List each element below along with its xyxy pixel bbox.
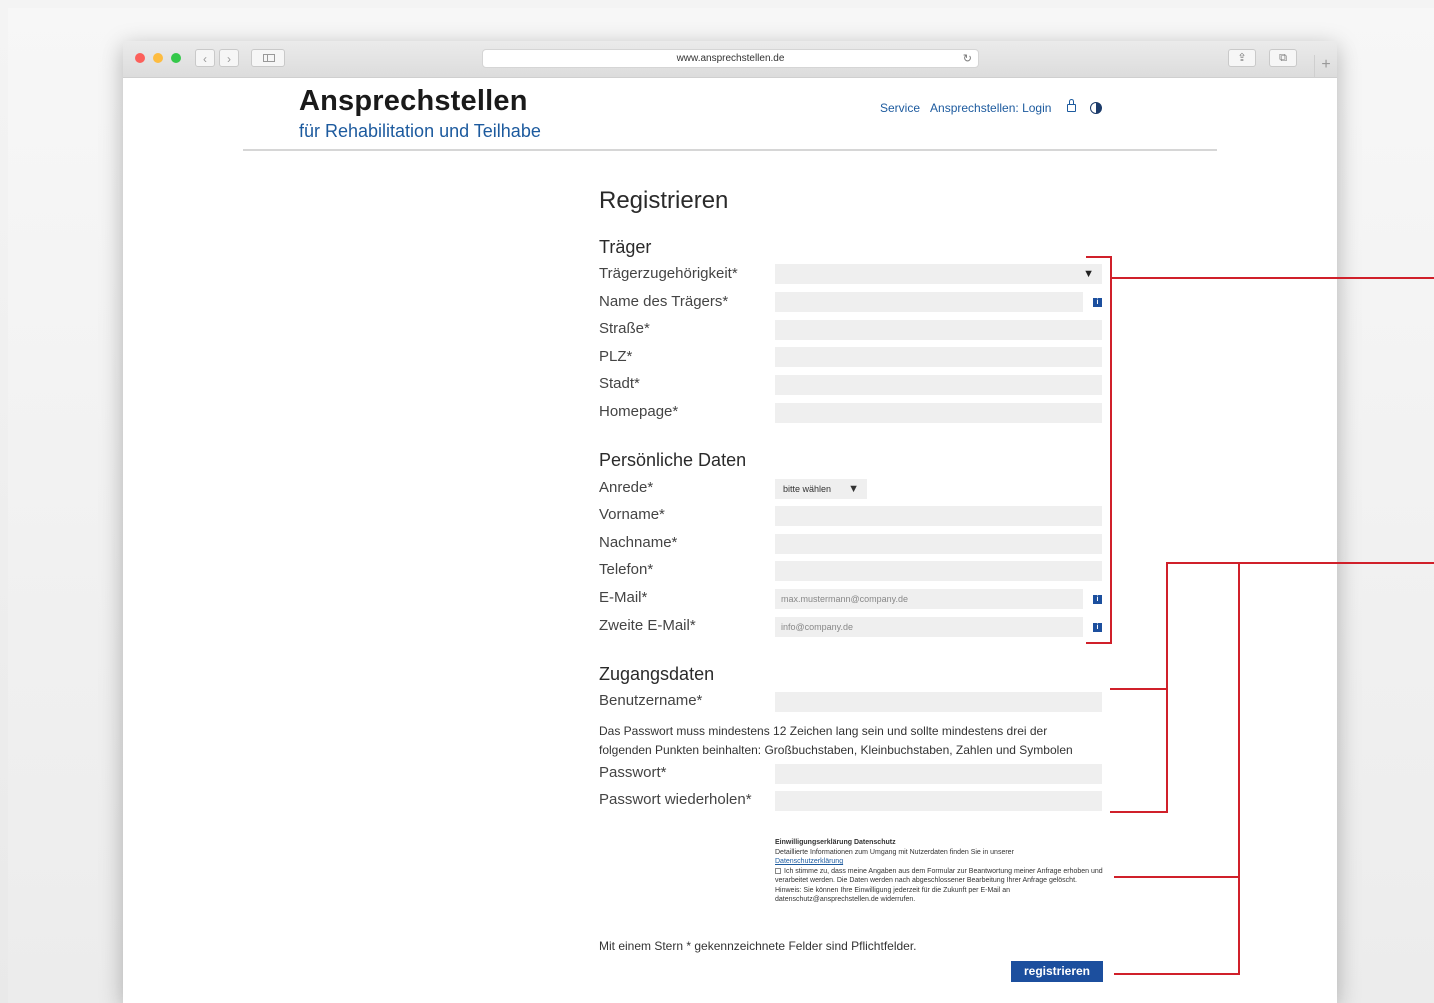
label-stadt: Stadt* (599, 375, 640, 392)
url-text: www.ansprechstellen.de (676, 53, 785, 64)
privacy-policy-link[interactable]: Datenschutzerklärung (775, 858, 843, 865)
chevron-down-icon: ▼ (1083, 268, 1094, 280)
annotation-line (1114, 876, 1240, 878)
traegerzugehoerigkeit-select[interactable]: ▼ (775, 264, 1102, 284)
header-divider (243, 149, 1217, 151)
email2-input[interactable]: info@company.de (775, 617, 1083, 637)
chevron-down-icon: ▼ (848, 483, 859, 495)
label-vorname: Vorname* (599, 506, 665, 523)
username-input[interactable] (775, 692, 1102, 712)
forward-button[interactable]: › (219, 49, 239, 67)
annotation-line (1110, 811, 1168, 813)
stadt-input[interactable] (775, 375, 1102, 395)
label-telefon: Telefon* (599, 561, 654, 578)
traeger-name-input[interactable] (775, 292, 1083, 312)
contrast-toggle-icon[interactable] (1090, 102, 1102, 114)
nav-login-label: Ansprechstellen: Login (930, 101, 1052, 115)
new-tab-button[interactable]: + (1314, 55, 1337, 77)
strasse-input[interactable] (775, 320, 1102, 340)
site-logo-subtitle: für Rehabilitation und Teilhabe (299, 121, 541, 141)
label-nachname: Nachname* (599, 534, 678, 551)
info-icon[interactable]: i (1093, 595, 1102, 604)
page-title: Registrieren (599, 187, 729, 214)
sidebar-toggle-button[interactable] (251, 49, 285, 67)
site-logo-title[interactable]: Ansprechstellen (299, 85, 528, 118)
section-heading-access: Zugangsdaten (599, 664, 715, 684)
lock-icon (1066, 99, 1076, 112)
maximize-window-icon[interactable] (171, 53, 181, 63)
annotation-line (1110, 688, 1168, 690)
telefon-input[interactable] (775, 561, 1102, 581)
close-window-icon[interactable] (135, 53, 145, 63)
label-anrede: Anrede* (599, 479, 654, 496)
back-button[interactable]: ‹ (195, 49, 215, 67)
share-button[interactable]: ⇪ (1228, 49, 1256, 67)
minimize-window-icon[interactable] (153, 53, 163, 63)
label-username: Benutzername* (599, 692, 703, 709)
info-icon[interactable]: i (1093, 298, 1102, 307)
password-repeat-input[interactable] (775, 791, 1102, 811)
section-heading-traeger: Träger (599, 237, 652, 257)
label-email: E-Mail* (599, 589, 648, 606)
plz-input[interactable] (775, 347, 1102, 367)
label-email2: Zweite E-Mail* (599, 617, 696, 634)
annotation-line (1166, 562, 1168, 813)
anrede-value: bitte wählen (783, 484, 832, 494)
annotation-line (1086, 642, 1112, 644)
register-button[interactable]: registrieren (1011, 961, 1103, 982)
info-icon[interactable]: i (1093, 623, 1102, 632)
label-plz: PLZ* (599, 348, 633, 365)
label-password-repeat: Passwort wiederholen* (599, 791, 752, 808)
consent-intro: Detaillierte Informationen zum Umgang mi… (775, 848, 1014, 856)
annotation-line (1166, 562, 1434, 564)
section-heading-personal: Persönliche Daten (599, 450, 747, 470)
label-traeger-name: Name des Trägers* (599, 293, 729, 310)
label-strasse: Straße* (599, 320, 650, 337)
sidebar-icon (263, 54, 275, 62)
label-password: Passwort* (599, 764, 667, 781)
top-navigation: Service Ansprechstellen: Login (880, 99, 1086, 115)
required-fields-note: Mit einem Stern * gekennzeichnete Felder… (599, 939, 917, 953)
annotation-line (1238, 562, 1240, 975)
consent-title: Einwilligungserklärung Datenschutz (775, 839, 896, 846)
password-input[interactable] (775, 764, 1102, 784)
vorname-input[interactable] (775, 506, 1102, 526)
email-input[interactable]: max.mustermann@company.de (775, 589, 1083, 609)
annotation-line (1110, 277, 1434, 279)
annotation-line (1110, 256, 1112, 644)
nav-login-link[interactable]: Ansprechstellen: Login (930, 99, 1076, 115)
consent-checkbox[interactable] (775, 867, 781, 874)
password-hint: Das Passwort muss mindestens 12 Zeichen … (599, 724, 1073, 757)
consent-text: Ich stimme zu, dass meine Angaben aus de… (775, 867, 1103, 904)
browser-titlebar: ‹ › www.ansprechstellen.de ↻ ⇪ ⧉ + (123, 41, 1337, 78)
consent-block: Einwilligungserklärung Datenschutz Detai… (775, 838, 1105, 905)
homepage-input[interactable] (775, 403, 1102, 423)
label-traegerzugehoerigkeit: Trägerzugehörigkeit* (599, 265, 738, 282)
nav-service-link[interactable]: Service (880, 101, 920, 115)
browser-window: ‹ › www.ansprechstellen.de ↻ ⇪ ⧉ + Anspr… (123, 41, 1337, 1003)
tabs-button[interactable]: ⧉ (1269, 49, 1297, 67)
nachname-input[interactable] (775, 534, 1102, 554)
reload-icon[interactable]: ↻ (963, 50, 972, 68)
annotation-line (1086, 256, 1112, 258)
label-homepage: Homepage* (599, 403, 679, 420)
annotation-line (1114, 973, 1240, 975)
anrede-select[interactable]: bitte wählen ▼ (775, 479, 867, 499)
address-bar[interactable]: www.ansprechstellen.de ↻ (482, 49, 979, 68)
